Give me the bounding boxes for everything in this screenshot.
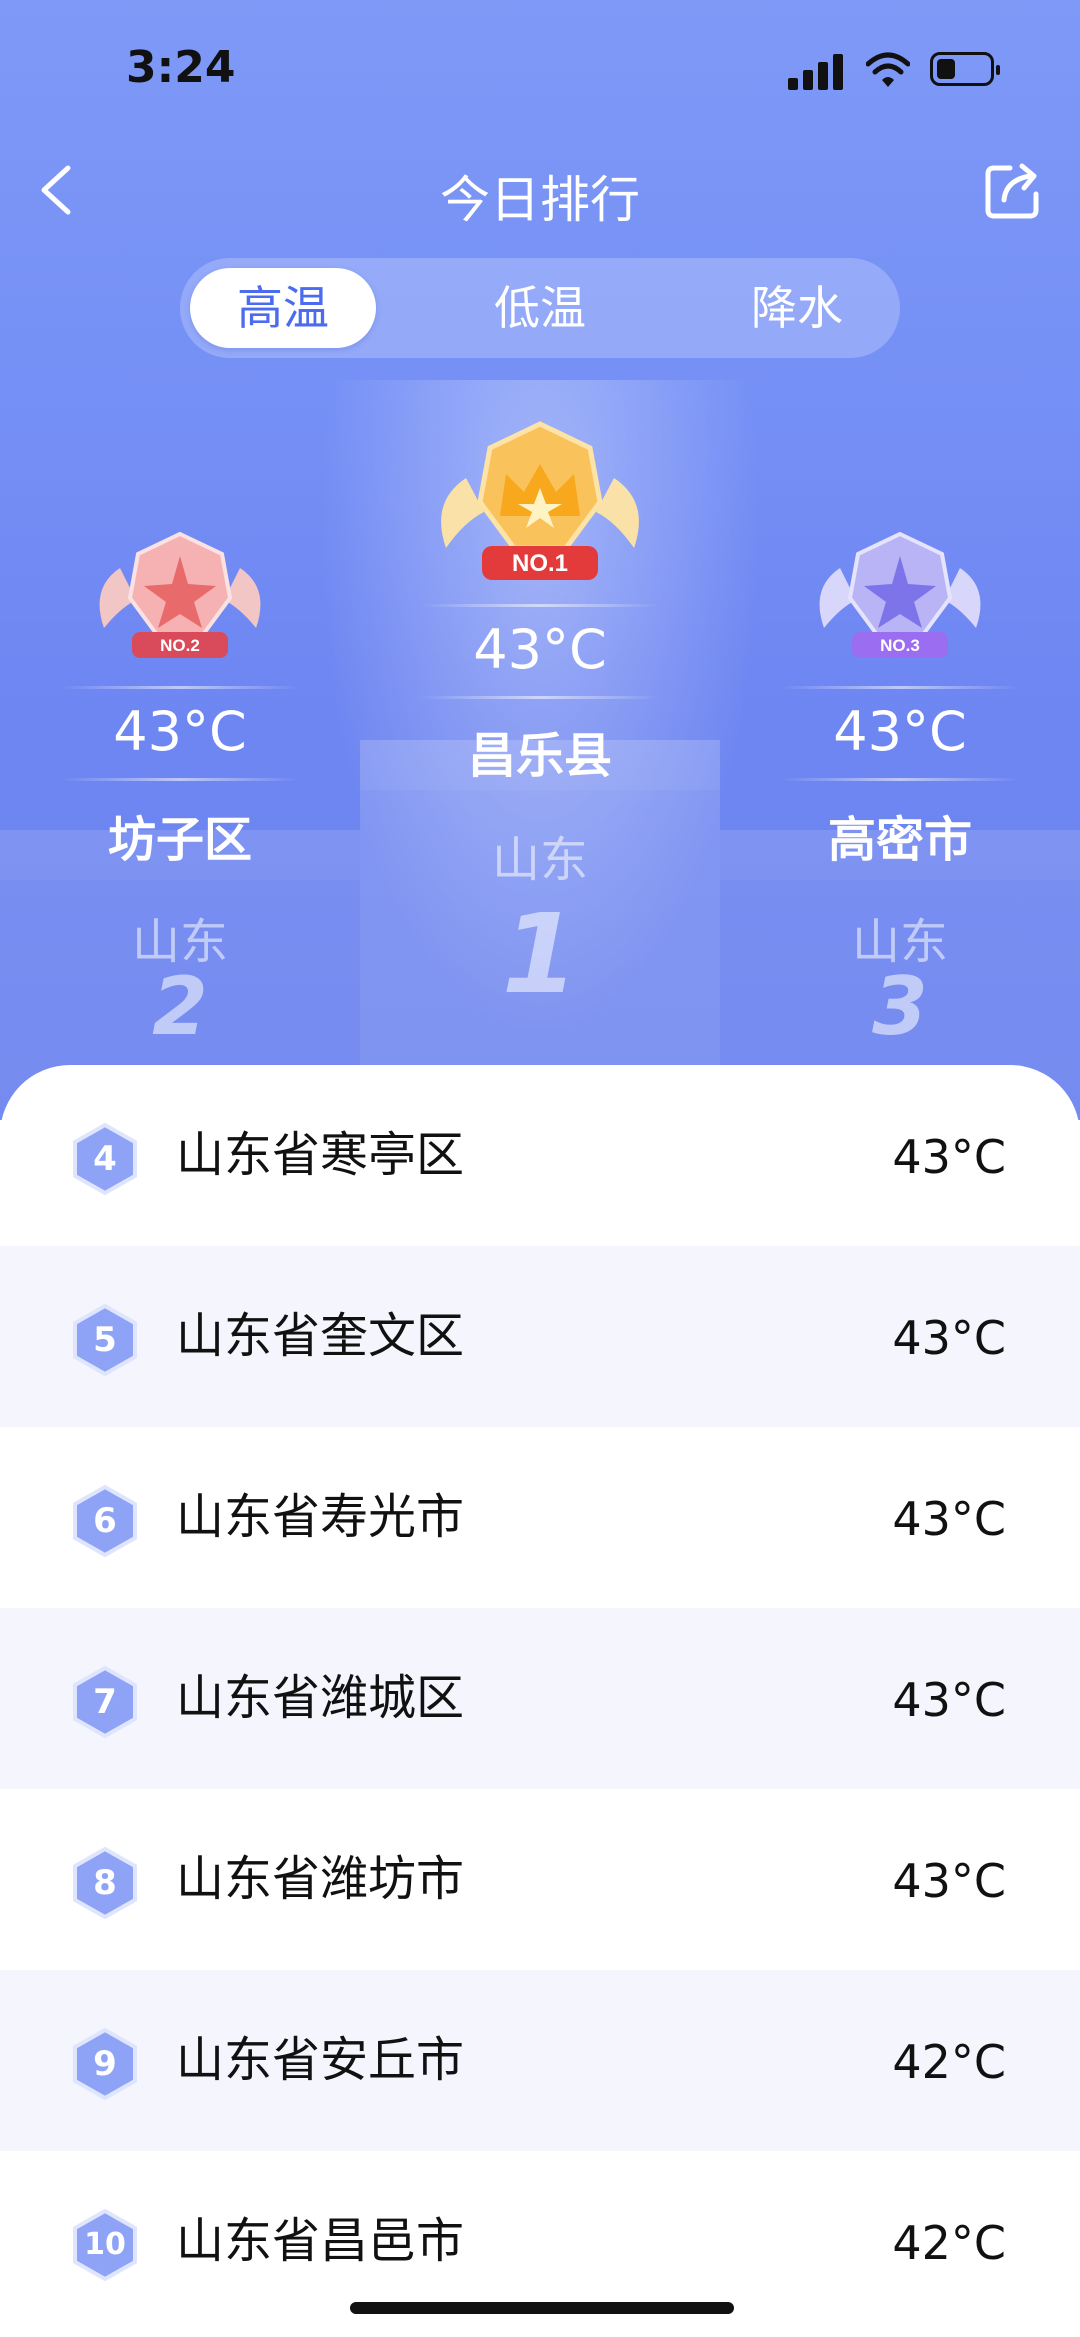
list-item[interactable]: 7 山东省潍城区 43°C xyxy=(0,1608,1080,1789)
rank-hex-icon: 5 xyxy=(72,1303,138,1377)
list-item[interactable]: 5 山东省奎文区 43°C xyxy=(0,1246,1080,1427)
rank-number: 9 xyxy=(93,2044,117,2084)
third-temp: 43°C xyxy=(833,700,967,763)
tab-precipitation[interactable]: 降水 xyxy=(704,268,890,348)
place-name: 山东省潍城区 xyxy=(176,1670,465,1726)
place-name: 山东省奎文区 xyxy=(176,1308,465,1364)
temperature: 42°C xyxy=(892,2035,1006,2089)
medal-badge-1: NO.1 xyxy=(512,550,568,577)
share-icon[interactable] xyxy=(980,158,1046,224)
battery-icon xyxy=(930,52,1000,86)
divider xyxy=(60,778,300,781)
status-time: 3:24 xyxy=(126,42,236,93)
temperature: 43°C xyxy=(892,1854,1006,1908)
place-name: 山东省安丘市 xyxy=(176,2032,465,2088)
rank-hex-icon: 10 xyxy=(72,2208,138,2282)
rank-number: 8 xyxy=(93,1863,117,1903)
temperature: 43°C xyxy=(892,1673,1006,1727)
first-temp: 43°C xyxy=(473,618,607,681)
temperature: 43°C xyxy=(892,1311,1006,1365)
page-title: 今日排行 xyxy=(440,171,640,229)
divider xyxy=(60,686,300,689)
rank-number: 5 xyxy=(93,1320,117,1360)
rank-hex-icon: 8 xyxy=(72,1846,138,1920)
ranking-list: 4 山东省寒亭区 43°C 5 山东省奎文区 43°C 6 山东省寿光市 43°… xyxy=(0,1065,1080,2337)
bronze-medal-icon: NO.3 xyxy=(819,531,981,658)
podium-province: 山东 xyxy=(491,832,588,888)
list-item[interactable]: 6 山东省寿光市 43°C xyxy=(0,1427,1080,1608)
silver-medal-icon: NO.2 xyxy=(99,531,261,658)
wifi-icon xyxy=(866,52,910,87)
list-item[interactable]: 9 山东省安丘市 42°C xyxy=(0,1970,1080,2151)
second-temp: 43°C xyxy=(113,700,247,763)
tab-high-temp[interactable]: 高温 xyxy=(190,268,376,348)
divider xyxy=(780,686,1020,689)
cellular-signal-icon xyxy=(788,54,846,90)
divider xyxy=(420,604,660,607)
rank-hex-icon: 4 xyxy=(72,1122,138,1196)
place-name: 山东省寿光市 xyxy=(176,1489,465,1545)
rank-number: 6 xyxy=(93,1501,117,1541)
podium-rank-number: 2 xyxy=(152,960,208,1053)
list-item[interactable]: 8 山东省潍坊市 43°C xyxy=(0,1789,1080,1970)
category-tabs: 高温 低温 降水 xyxy=(180,258,900,358)
podium-rank-number: 1 xyxy=(501,890,579,1018)
temperature: 43°C xyxy=(892,1130,1006,1184)
temperature: 42°C xyxy=(892,2216,1006,2270)
home-indicator[interactable] xyxy=(350,2302,734,2314)
rank-number: 4 xyxy=(93,1139,117,1179)
rank-hex-icon: 7 xyxy=(72,1665,138,1739)
medal-badge-2: NO.2 xyxy=(160,636,200,655)
divider xyxy=(420,696,660,699)
medal-badge-3: NO.3 xyxy=(880,636,920,655)
gold-medal-icon: NO.1 xyxy=(441,421,639,580)
rank-hex-icon: 6 xyxy=(72,1484,138,1558)
rank-number: 7 xyxy=(93,1682,117,1722)
rank-number: 10 xyxy=(84,2227,126,2262)
list-item[interactable]: 4 山东省寒亭区 43°C xyxy=(0,1065,1080,1246)
rank-hex-icon: 9 xyxy=(72,2027,138,2101)
podium-rank-number: 3 xyxy=(872,960,928,1053)
ranking-hero: 3:24 今日排行 高温 低温 降水 NO.2 NO.1 NO.3 43°C 昌… xyxy=(0,0,1080,1120)
podium-first: 山东 1 xyxy=(360,740,720,1120)
divider xyxy=(780,778,1020,781)
temperature: 43°C xyxy=(892,1492,1006,1546)
place-name: 山东省潍坊市 xyxy=(176,1851,465,1907)
tab-low-temp[interactable]: 低温 xyxy=(447,268,633,348)
place-name: 山东省寒亭区 xyxy=(176,1127,465,1183)
